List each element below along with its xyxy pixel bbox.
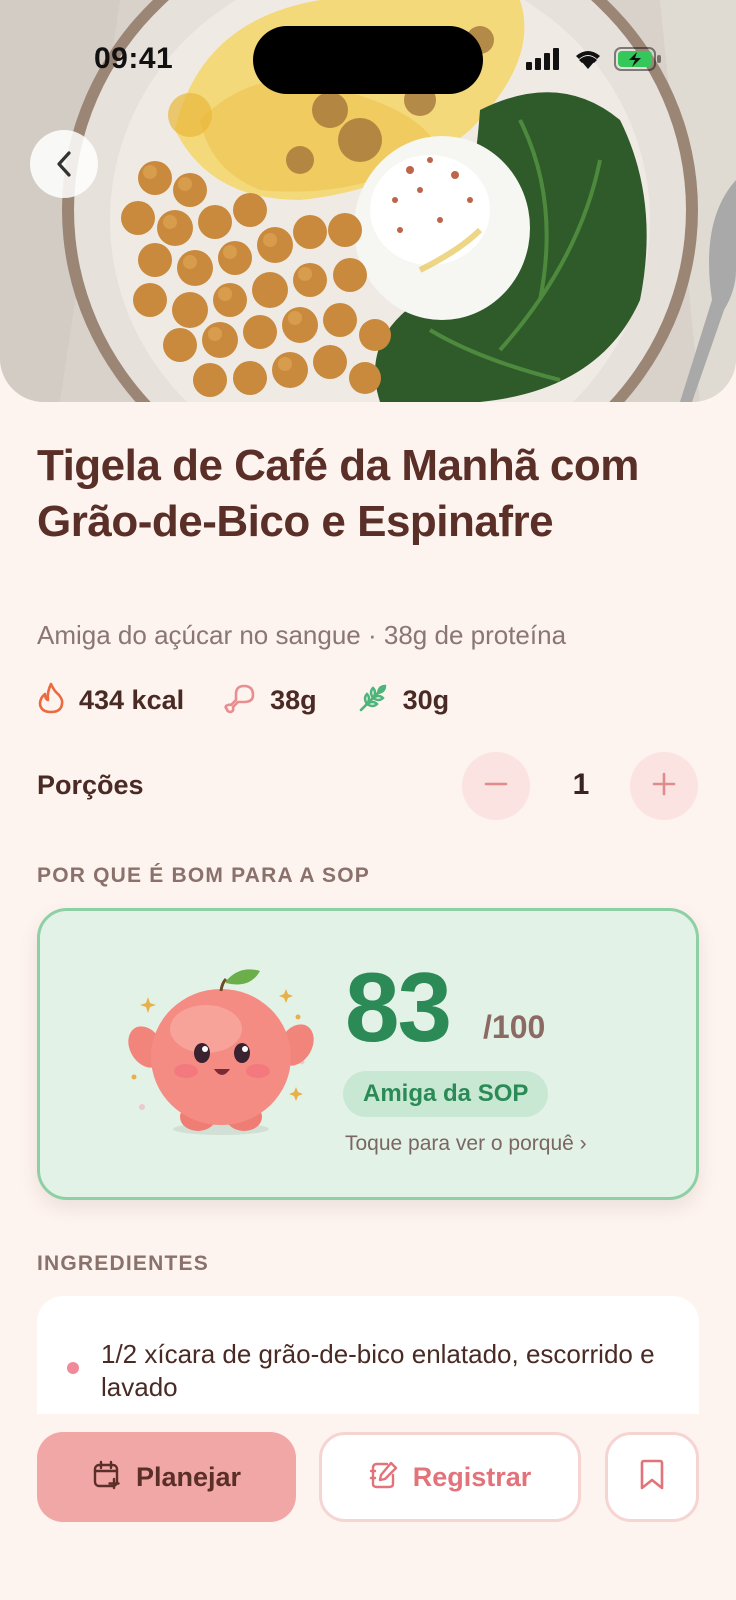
- macro-carbs: 30g: [357, 682, 450, 719]
- protein-value: 38g: [270, 684, 317, 715]
- calories-value: 434 kcal: [79, 684, 185, 715]
- bookmark-button[interactable]: [605, 1432, 699, 1522]
- servings-increase-button[interactable]: [630, 752, 698, 820]
- log-button[interactable]: Registrar: [319, 1432, 581, 1522]
- sop-score-value: 83: [345, 952, 452, 1062]
- bookmark-icon: [638, 1459, 666, 1496]
- dynamic-island: [253, 26, 483, 94]
- wheat-icon: [357, 682, 389, 719]
- macro-protein: 38g: [224, 682, 317, 719]
- bullet-dot-icon: [67, 1362, 79, 1374]
- peach-mascot-icon: [126, 967, 316, 1142]
- back-button[interactable]: [30, 130, 98, 198]
- sop-status-badge: Amiga da SOP: [343, 1071, 549, 1117]
- cellular-signal-icon: [526, 48, 562, 70]
- sop-score-card[interactable]: 83 /100 Amiga da SOP Toque para ver o po…: [37, 908, 699, 1200]
- recipe-subtitle: Amiga do açúcar no sangue · 38g de prote…: [37, 620, 567, 650]
- log-button-label: Registrar: [412, 1461, 532, 1492]
- flame-icon: [37, 682, 65, 719]
- bottom-action-bar: Planejar Registrar: [0, 1414, 736, 1600]
- ingredient-item: 1/2 xícara de grão-de-bico enlatado, esc…: [101, 1339, 655, 1402]
- recipe-title: Tigela de Café da Manhã com Grão-de-Bico…: [37, 441, 639, 546]
- wifi-icon: [572, 47, 604, 71]
- chevron-left-icon: [53, 150, 75, 178]
- notebook-edit-icon: [369, 1460, 399, 1495]
- recipe-hero-image: 09:41: [0, 0, 736, 402]
- calendar-add-icon: [92, 1460, 122, 1495]
- plus-icon: [652, 772, 676, 801]
- status-bar: 09:41: [0, 0, 736, 120]
- battery-charging-icon: [614, 46, 662, 72]
- servings-decrease-button[interactable]: [462, 752, 530, 820]
- ingredients-heading: INGREDIENTES: [37, 1252, 209, 1275]
- drumstick-icon: [224, 682, 256, 719]
- plan-button-label: Planejar: [135, 1461, 242, 1492]
- carbs-value: 30g: [402, 684, 450, 715]
- macros-row: 434 kcal 38g 30g: [37, 680, 489, 720]
- servings-value: 1: [572, 768, 590, 801]
- servings-label: Porções: [37, 770, 144, 800]
- minus-icon: [484, 772, 508, 801]
- plan-button[interactable]: Planejar: [37, 1432, 296, 1522]
- ingredients-list: 1/2 xícara de grão-de-bico enlatado, esc…: [37, 1296, 699, 1416]
- sop-score-max: /100: [483, 1009, 546, 1045]
- sop-section-heading: POR QUE É BOM PARA A SOP: [37, 864, 370, 887]
- macro-calories: 434 kcal: [37, 682, 184, 719]
- status-time: 09:41: [94, 42, 174, 75]
- sop-details-link[interactable]: Toque para ver o porquê ›: [345, 1132, 587, 1156]
